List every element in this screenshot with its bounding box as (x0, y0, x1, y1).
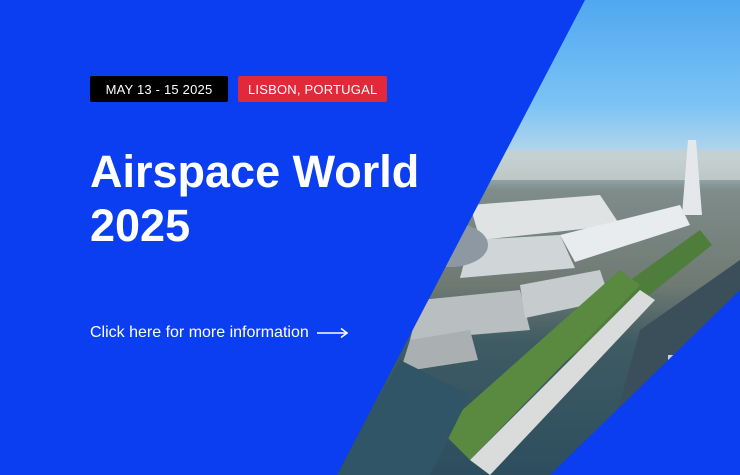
event-banner[interactable]: MAY 13 - 15 2025 LISBON, PORTUGAL Airspa… (0, 0, 740, 475)
event-title: Airspace World 2025 (90, 146, 420, 251)
event-badges: MAY 13 - 15 2025 LISBON, PORTUGAL (90, 76, 388, 102)
location-badge: LISBON, PORTUGAL (238, 76, 388, 102)
more-info-link[interactable]: Click here for more information (90, 324, 349, 342)
arrow-right-icon (316, 327, 349, 339)
date-badge: MAY 13 - 15 2025 (90, 76, 228, 102)
more-info-label: Click here for more information (90, 324, 309, 341)
